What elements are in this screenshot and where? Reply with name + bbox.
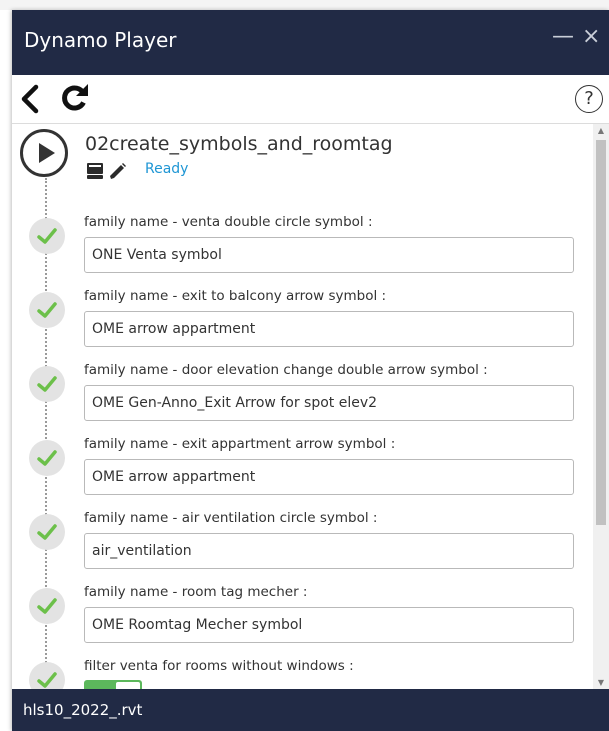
scroll-up-arrow-icon[interactable]: ▲: [596, 126, 606, 135]
completed-check-icon: [29, 366, 65, 402]
document-file-name: hls10_2022_.rvt: [23, 701, 143, 719]
input-label: family name - exit to balcony arrow symb…: [84, 288, 387, 304]
background-app-strip: [0, 0, 609, 10]
input-label: family name - door elevation change doub…: [84, 362, 488, 378]
background-app-edge: [0, 10, 12, 731]
family-name-input[interactable]: [84, 385, 574, 421]
toolbar: ?: [12, 75, 609, 124]
play-icon: [39, 143, 55, 163]
vertical-scrollbar[interactable]: ▲ ▼: [593, 124, 609, 689]
minimize-button[interactable]: —: [552, 24, 574, 49]
window-title: Dynamo Player: [24, 28, 177, 52]
input-item: family name - air ventilation circle sym…: [12, 510, 592, 584]
script-name: 02create_symbols_and_roomtag: [85, 133, 393, 155]
scroll-thumb[interactable]: [596, 140, 606, 525]
help-button[interactable]: ?: [575, 85, 603, 113]
script-content-area: 02create_symbols_and_roomtag Ready famil…: [12, 124, 609, 689]
input-item: family name - room tag mecher :: [12, 584, 592, 658]
toggle-input-item: filter venta for rooms without windows :: [12, 658, 592, 689]
completed-check-icon: [29, 662, 65, 689]
script-header: 02create_symbols_and_roomtag Ready: [20, 129, 580, 189]
dynamo-player-window: Dynamo Player — × ? 02create_symbols_and…: [12, 10, 609, 731]
run-script-button[interactable]: [20, 129, 68, 177]
input-label: family name - air ventilation circle sym…: [84, 510, 378, 526]
input-item: family name - exit to balcony arrow symb…: [12, 288, 592, 362]
family-name-input[interactable]: [84, 237, 574, 273]
input-label: family name - room tag mecher :: [84, 584, 308, 600]
family-name-input[interactable]: [84, 607, 574, 643]
completed-check-icon: [29, 588, 65, 624]
input-item: family name - exit appartment arrow symb…: [12, 436, 592, 510]
input-item: family name - door elevation change doub…: [12, 362, 592, 436]
back-chevron-icon[interactable]: [20, 84, 40, 118]
toggle-knob: [116, 682, 140, 689]
input-label: family name - venta double circle symbol…: [84, 214, 373, 230]
completed-check-icon: [29, 292, 65, 328]
family-name-input[interactable]: [84, 533, 574, 569]
refresh-icon[interactable]: [59, 82, 91, 118]
computer-icon[interactable]: [85, 162, 105, 184]
title-bar[interactable]: Dynamo Player — ×: [12, 10, 609, 75]
completed-check-icon: [29, 514, 65, 550]
edit-pencil-icon[interactable]: [107, 162, 127, 184]
footer-bar: hls10_2022_.rvt: [12, 689, 609, 731]
script-status: Ready: [145, 161, 189, 177]
close-button[interactable]: ×: [582, 24, 600, 49]
family-name-input[interactable]: [84, 459, 574, 495]
input-label: family name - exit appartment arrow symb…: [84, 436, 396, 452]
scroll-down-arrow-icon[interactable]: ▼: [596, 678, 606, 687]
completed-check-icon: [29, 440, 65, 476]
family-name-input[interactable]: [84, 311, 574, 347]
completed-check-icon: [29, 218, 65, 254]
filter-venta-toggle[interactable]: [84, 680, 142, 689]
input-item: family name - venta double circle symbol…: [12, 214, 592, 288]
input-label: filter venta for rooms without windows :: [84, 658, 354, 674]
